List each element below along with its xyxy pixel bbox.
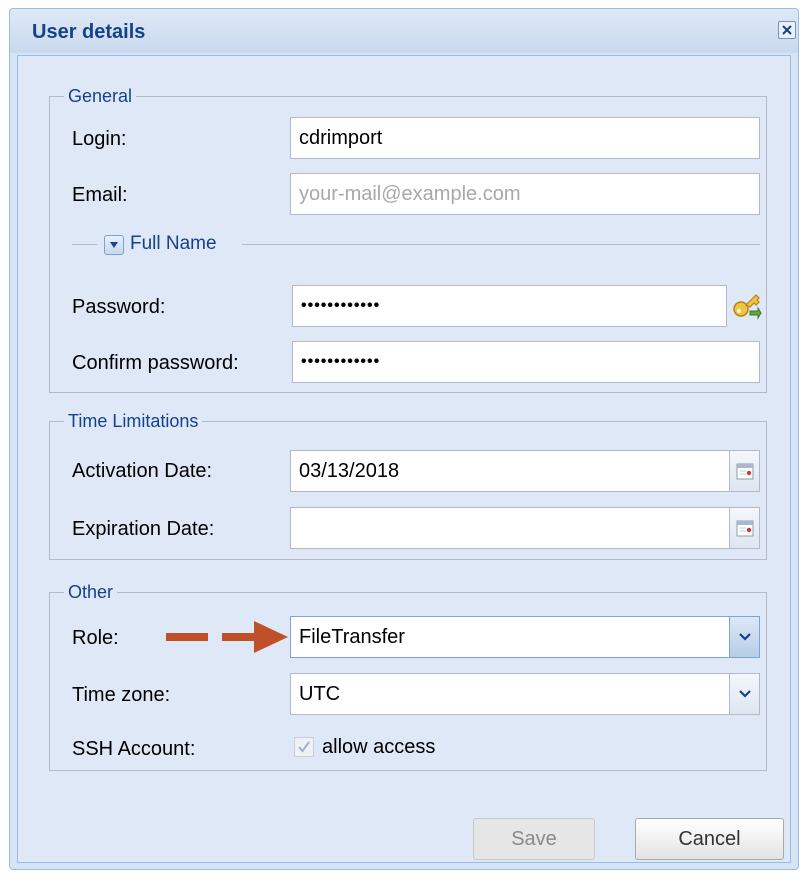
time-zone-label: Time zone:: [72, 684, 171, 706]
activation-date-input[interactable]: 03/13/2018: [290, 450, 730, 492]
fullname-expand-button[interactable]: [104, 235, 124, 255]
expiration-date-input[interactable]: [290, 507, 730, 549]
chevron-down-icon: [738, 633, 751, 641]
calendar-icon: [736, 463, 753, 480]
fullname-label: Full Name: [130, 233, 217, 254]
title-bar: User details: [10, 9, 798, 53]
ssh-account-label: SSH Account:: [72, 738, 196, 760]
expiration-date-label: Expiration Date:: [72, 518, 215, 540]
login-label: Login:: [72, 128, 127, 150]
calendar-icon: [736, 520, 753, 537]
password-input[interactable]: ••••••••••••: [292, 285, 727, 327]
fullname-separator-left: [72, 244, 97, 245]
close-icon: [782, 25, 792, 35]
email-input[interactable]: your-mail@example.com: [290, 173, 760, 215]
role-dropdown-button[interactable]: [730, 616, 760, 658]
window-title: User details: [32, 21, 146, 43]
time-zone-select[interactable]: UTC: [290, 673, 730, 715]
role-label: Role:: [72, 627, 119, 649]
activation-date-picker-button[interactable]: [730, 450, 760, 492]
chevron-down-icon: [738, 690, 751, 698]
ssh-allow-access-label: allow access: [322, 736, 436, 758]
save-button[interactable]: Save: [473, 818, 595, 860]
cancel-button[interactable]: Cancel: [635, 818, 784, 860]
time-zone-dropdown-button[interactable]: [730, 673, 760, 715]
confirm-password-input[interactable]: ••••••••••••: [292, 341, 760, 383]
key-icon: [733, 294, 762, 320]
password-label: Password:: [72, 296, 166, 318]
form-body: General Login: cdrimport Email: your-mai…: [17, 55, 791, 863]
fullname-separator-right: [242, 244, 760, 245]
time-limitations-legend: Time Limitations: [68, 411, 199, 431]
chevron-down-icon: [110, 242, 118, 248]
activation-date-label: Activation Date:: [72, 460, 213, 482]
close-button[interactable]: [778, 21, 796, 39]
general-legend: General: [68, 86, 133, 106]
login-input[interactable]: cdrimport: [290, 117, 760, 159]
annotation-arrow: [166, 621, 288, 653]
checkmark-icon: [298, 741, 310, 753]
role-select[interactable]: FileTransfer: [290, 616, 730, 658]
expiration-date-picker-button[interactable]: [730, 507, 760, 549]
email-label: Email:: [72, 184, 128, 206]
confirm-password-label: Confirm password:: [72, 352, 239, 374]
user-details-window: User details General Login: cdrimport Em…: [9, 8, 799, 870]
generate-password-button[interactable]: [730, 289, 762, 321]
ssh-allow-access-checkbox[interactable]: [294, 737, 314, 757]
other-legend: Other: [68, 582, 114, 602]
